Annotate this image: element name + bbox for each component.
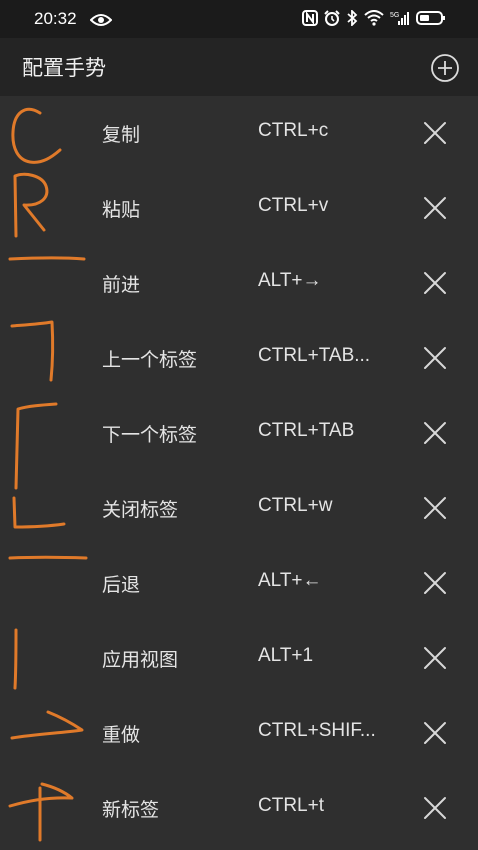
gesture-row[interactable]: 前进 ALT+→ [0,246,478,321]
gesture-list: 复制 CTRL+c 粘贴 CTRL+v 前进 ALT+→ 上一个标签 CTRL+TAB... 下… [0,96,478,846]
delete-gesture-button[interactable] [420,643,450,673]
delete-gesture-button[interactable] [420,793,450,823]
svg-text:5G: 5G [390,12,399,19]
delete-gesture-button[interactable] [420,718,450,748]
add-gesture-button[interactable] [428,51,462,85]
gesture-name: 应用视图 [102,649,179,671]
plus-circle-icon [431,54,459,82]
gesture-row[interactable]: 下一个标签 CTRL+TAB [0,396,478,471]
delete-gesture-button[interactable] [420,268,450,298]
gesture-name: 前进 [102,274,141,296]
gesture-row[interactable]: 复制 CTRL+c [0,96,478,171]
gesture-shortcut: CTRL+v [258,195,329,216]
delete-gesture-button[interactable] [420,493,450,523]
signal-5g-icon: 5G [390,10,410,30]
gesture-name: 上一个标签 [102,349,198,371]
close-icon [424,272,446,294]
battery-icon [416,10,446,30]
status-icons: 5G [302,8,446,30]
close-icon [424,647,446,669]
gesture-row[interactable]: 应用视图 ALT+1 [0,621,478,696]
gesture-row[interactable]: 重做 CTRL+SHIF... [0,696,478,771]
close-icon [424,722,446,744]
close-icon [424,122,446,144]
delete-gesture-button[interactable] [420,418,450,448]
status-bar: 20:32 5G [0,0,478,38]
gesture-shortcut: ALT+→ [258,270,322,291]
eye-icon [89,12,113,31]
wifi-icon [364,10,384,30]
close-icon [424,347,446,369]
nfc-icon [302,10,318,30]
close-icon [424,497,446,519]
delete-gesture-button[interactable] [420,193,450,223]
alarm-icon [324,10,340,30]
gesture-row[interactable]: 上一个标签 CTRL+TAB... [0,321,478,396]
gesture-row[interactable]: 粘贴 CTRL+v [0,171,478,246]
page-title: 配置手势 [22,56,106,80]
gesture-shortcut: CTRL+t [258,795,324,816]
delete-gesture-button[interactable] [420,118,450,148]
gesture-shortcut: CTRL+TAB [258,420,355,441]
gesture-shortcut: ALT+1 [258,645,314,666]
gesture-name: 关闭标签 [102,499,179,521]
gesture-shortcut: ALT+← [258,570,322,591]
gesture-name: 新标签 [102,799,160,821]
gesture-name: 粘贴 [102,199,141,221]
gesture-name: 复制 [102,124,141,146]
close-icon [424,797,446,819]
app-bar: 配置手势 [0,38,478,96]
gesture-name: 重做 [102,724,141,746]
close-icon [424,572,446,594]
close-icon [424,422,446,444]
gesture-shortcut: CTRL+w [258,495,333,516]
delete-gesture-button[interactable] [420,343,450,373]
gesture-row[interactable]: 新标签 CTRL+t [0,771,478,846]
gesture-row[interactable]: 关闭标签 CTRL+w [0,471,478,546]
gesture-shortcut: CTRL+TAB... [258,345,371,366]
delete-gesture-button[interactable] [420,568,450,598]
bluetooth-icon [346,8,358,30]
gesture-name: 下一个标签 [102,424,198,446]
status-time: 20:32 [34,9,77,28]
gesture-name: 后退 [102,574,141,596]
gesture-shortcut: CTRL+c [258,120,329,141]
gesture-shortcut: CTRL+SHIF... [258,720,376,741]
gesture-row[interactable]: 后退 ALT+← [0,546,478,621]
close-icon [424,197,446,219]
